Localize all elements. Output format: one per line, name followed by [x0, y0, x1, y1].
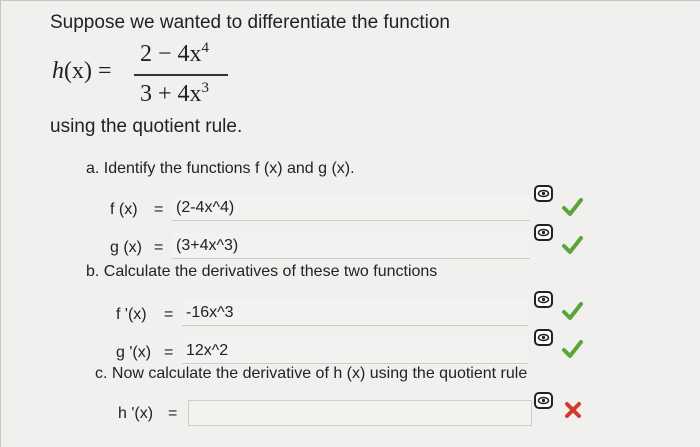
h-prime-label: h '(x) — [118, 405, 154, 422]
f-prime-input[interactable]: -16x^3 — [182, 300, 528, 326]
fraction-denominator: 3 + 4x3 — [140, 80, 210, 107]
eye-icon[interactable] — [533, 222, 555, 244]
g-equals: = — [154, 239, 164, 256]
h-prime-equals: = — [168, 405, 178, 422]
g-prime-input[interactable]: 12x^2 — [182, 338, 528, 364]
eye-icon[interactable] — [533, 327, 555, 349]
g-prime-equals: = — [164, 344, 174, 361]
function-name: h — [52, 58, 64, 84]
eye-icon[interactable] — [533, 390, 555, 412]
intro-text: Suppose we wanted to differentiate the f… — [50, 12, 450, 33]
f-prime-equals: = — [164, 306, 174, 323]
g-input[interactable]: (3+4x^3) — [172, 233, 530, 259]
checkmark-icon — [562, 198, 583, 216]
eye-icon[interactable] — [533, 183, 555, 205]
cross-icon — [565, 402, 581, 418]
fraction-bar — [134, 74, 228, 76]
top-border — [0, 0, 700, 1]
g-label: g (x) — [110, 239, 142, 256]
part-c-label: c. Now calculate the derivative of h (x)… — [95, 365, 528, 382]
function-equals: = — [97, 58, 112, 84]
function-variable: (x) — [64, 58, 92, 84]
fraction-numerator: 2 − 4x4 — [140, 40, 210, 67]
f-input[interactable]: (2-4x^4) — [172, 195, 530, 221]
part-a-label: a. Identify the functions f (x) and g (x… — [86, 160, 355, 177]
f-equals: = — [154, 201, 164, 218]
checkmark-icon — [562, 302, 583, 320]
checkmark-icon — [562, 236, 583, 254]
using-text: using the quotient rule. — [50, 116, 243, 137]
function-lhs: h(x) = — [52, 58, 112, 85]
f-prime-label: f '(x) — [116, 306, 147, 323]
eye-icon[interactable] — [533, 289, 555, 311]
left-border — [0, 0, 1, 447]
g-prime-label: g '(x) — [116, 344, 152, 361]
h-prime-input[interactable] — [188, 400, 532, 426]
part-b-label: b. Calculate the derivatives of these tw… — [86, 263, 438, 280]
checkmark-icon — [562, 340, 583, 358]
f-label: f (x) — [110, 201, 138, 218]
